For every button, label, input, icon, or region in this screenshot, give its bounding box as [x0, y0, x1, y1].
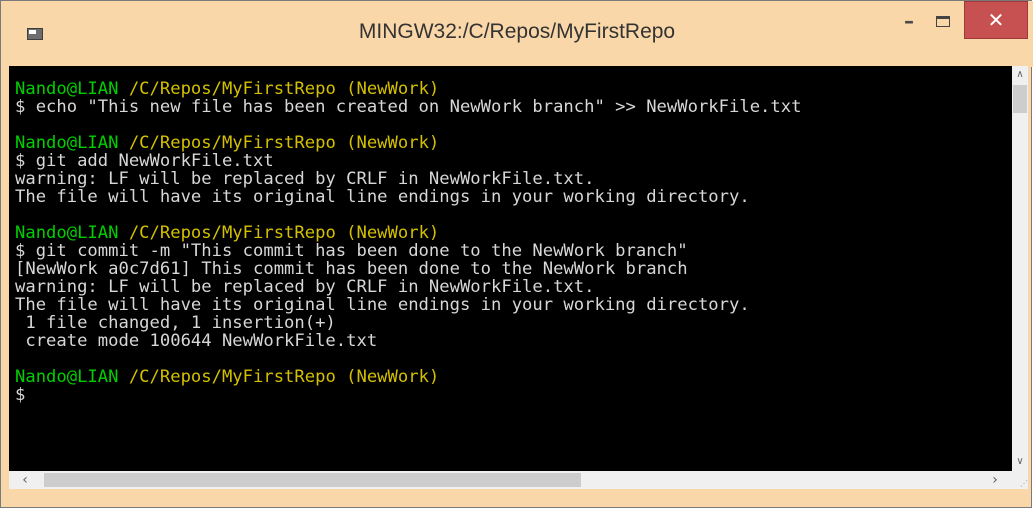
console-line: create mode 100644 NewWorkFile.txt — [15, 331, 378, 351]
prompt-line: Nando@LIAN /C/Repos/MyFirstRepo (NewWork… — [15, 80, 439, 98]
prompt-user: Nando@LIAN — [15, 79, 119, 99]
title-bar[interactable]: MINGW32:/C/Repos/MyFirstRepo – ✕ — [1, 1, 1033, 67]
console-line: $ git add NewWorkFile.txt — [15, 151, 274, 171]
maximize-icon — [936, 15, 950, 27]
scroll-down-button[interactable]: ∨ — [1012, 453, 1028, 471]
console-line: 1 file changed, 1 insertion(+) — [15, 313, 336, 333]
vertical-scroll-thumb[interactable] — [1013, 85, 1027, 113]
console-line: The file will have its original line end… — [15, 295, 750, 315]
prompt-path: /C/Repos/MyFirstRepo (NewWork) — [118, 133, 440, 153]
maximize-button[interactable] — [926, 1, 960, 41]
prompt-path: /C/Repos/MyFirstRepo (NewWork) — [118, 79, 440, 99]
scroll-right-button[interactable]: › — [985, 471, 1005, 489]
console-line: The file will have its original line end… — [15, 187, 750, 207]
window-title: MINGW32:/C/Repos/MyFirstRepo — [358, 20, 676, 43]
console-line: $ git commit -m "This commit has been do… — [15, 241, 688, 261]
scroll-up-button[interactable]: ∧ — [1012, 66, 1028, 84]
close-button[interactable]: ✕ — [964, 1, 1028, 39]
prompt-user: Nando@LIAN — [15, 133, 119, 153]
prompt-line: Nando@LIAN /C/Repos/MyFirstRepo (NewWork… — [15, 368, 439, 386]
prompt-path: /C/Repos/MyFirstRepo (NewWork) — [118, 223, 440, 243]
horizontal-scrollbar[interactable]: ‹ › — [9, 471, 1012, 489]
console-line: $ — [15, 385, 26, 405]
console-line: warning: LF will be replaced by CRLF in … — [15, 277, 595, 297]
console-line: $ echo "This new file has been created o… — [15, 97, 802, 117]
scroll-left-button[interactable]: ‹ — [15, 471, 35, 489]
resize-grip[interactable]: ⋰ — [1012, 471, 1028, 489]
prompt-line: Nando@LIAN /C/Repos/MyFirstRepo (NewWork… — [15, 224, 439, 242]
console-output[interactable]: Nando@LIAN /C/Repos/MyFirstRepo (NewWork… — [9, 66, 1012, 471]
prompt-path: /C/Repos/MyFirstRepo (NewWork) — [118, 367, 440, 387]
vertical-scrollbar[interactable]: ∧ ∨ — [1012, 66, 1028, 471]
minimize-button[interactable]: – — [894, 1, 924, 41]
prompt-user: Nando@LIAN — [15, 223, 119, 243]
console-line: [NewWork a0c7d61] This commit has been d… — [15, 259, 688, 279]
console-line: warning: LF will be replaced by CRLF in … — [15, 169, 595, 189]
horizontal-scroll-thumb[interactable] — [44, 473, 581, 487]
prompt-user: Nando@LIAN — [15, 367, 119, 387]
prompt-line: Nando@LIAN /C/Repos/MyFirstRepo (NewWork… — [15, 134, 439, 152]
